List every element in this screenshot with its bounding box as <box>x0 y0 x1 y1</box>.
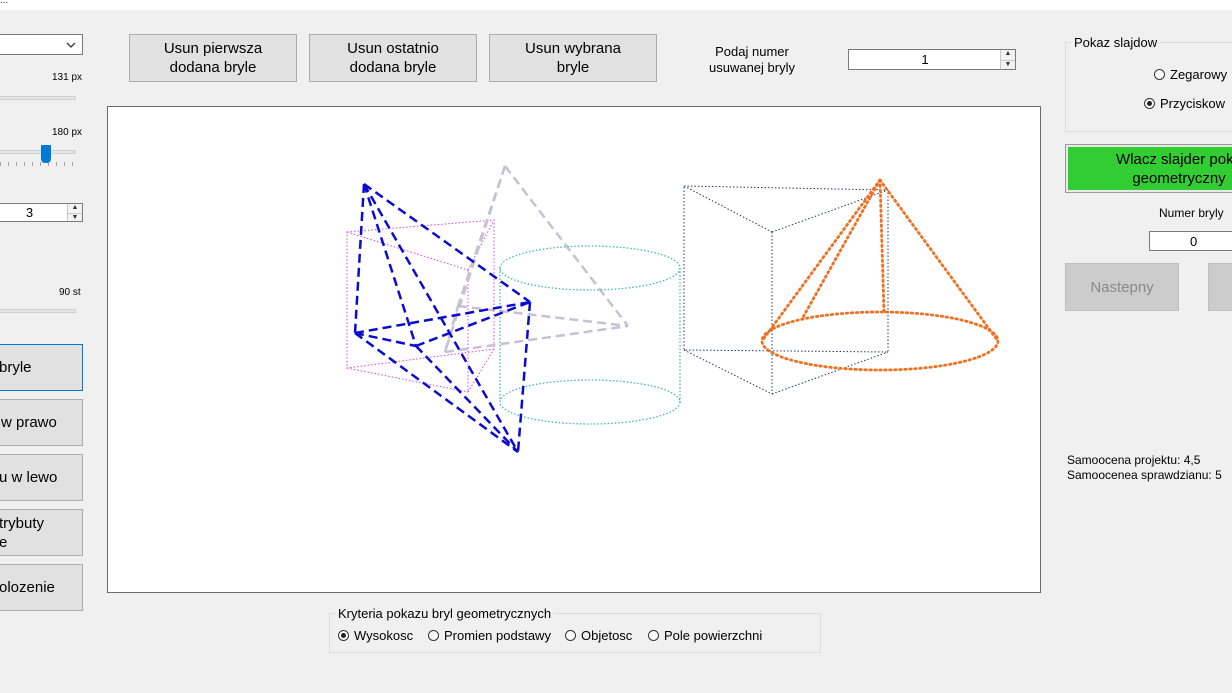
move-left-button[interactable]: u w lewo <box>0 454 83 501</box>
add-solid-button[interactable]: bryle <box>0 344 83 391</box>
solid-number-field[interactable]: 0 <box>1149 231 1232 251</box>
radio-empty-icon <box>648 630 659 641</box>
solid-number-caption: Numer bryly <box>1159 206 1224 220</box>
radio-empty-icon <box>428 630 439 641</box>
criteria-volume-label: Objetosc <box>581 628 633 643</box>
criteria-group: Kryteria pokazu bryl geometrycznych Wyso… <box>329 606 821 653</box>
prism-magenta <box>346 219 495 393</box>
radio-empty-icon <box>1154 69 1165 80</box>
project-self-assessment: Samoocena projektu: 4,5 <box>1067 453 1201 467</box>
test-self-assessment: Samoocenea sprawdzianu: 5 <box>1067 468 1222 482</box>
start-slideshow-label: Wlacz slajder poka geometryczny <box>1116 150 1232 187</box>
remove-last-label: Usun ostatnio dodana bryle <box>347 40 439 76</box>
remove-number-value: 1 <box>921 52 929 67</box>
attributes-label: trybuty e <box>0 514 45 551</box>
slider3-value-label: 90 st <box>59 287 81 298</box>
slideshow-button-radio[interactable]: Przyciskow <box>1144 96 1225 111</box>
next-label: Nastepny <box>1090 278 1154 296</box>
attributes-button[interactable]: trybuty e <box>0 509 83 556</box>
next-button[interactable]: Nastepny <box>1065 263 1179 311</box>
box-navy <box>683 185 889 395</box>
move-left-label: u w lewo <box>0 469 58 486</box>
slideshow-button-label: Przyciskow <box>1160 96 1226 111</box>
sides-spinner[interactable]: ▲ ▼ <box>67 204 82 221</box>
radio-selected-icon <box>1144 98 1155 109</box>
position-button[interactable]: olozenie <box>0 564 83 611</box>
slider2-ticks <box>0 162 76 166</box>
remove-last-button[interactable]: Usun ostatnio dodana bryle <box>309 34 477 82</box>
cone-orange <box>760 178 1000 372</box>
criteria-area-radio[interactable]: Pole powierzchni <box>648 628 762 643</box>
slideshow-clock-label: Zegarowy <box>1170 67 1228 82</box>
window-title: ... <box>0 0 9 6</box>
spin-up-icon[interactable]: ▲ <box>1001 50 1015 60</box>
criteria-radius-label: Promien podstawy <box>444 628 551 643</box>
sides-count-input[interactable]: 3 ▲ ▼ <box>0 203 83 222</box>
slider3-track[interactable] <box>0 309 76 313</box>
slideshow-clock-radio[interactable]: Zegarowy <box>1154 67 1227 82</box>
remove-number-spinner[interactable]: ▲ ▼ <box>1000 50 1015 69</box>
slideshow-group: Pokaz slajdow Zegarowy Przyciskow <box>1065 35 1232 132</box>
slider2-track[interactable] <box>0 150 76 154</box>
previous-button[interactable] <box>1208 263 1232 311</box>
slider2-thumb[interactable] <box>41 145 51 163</box>
remove-number-input[interactable]: 1 ▲ ▼ <box>848 49 1016 70</box>
remove-first-label: Usun pierwsza dodana bryle <box>163 40 263 76</box>
spin-up-icon[interactable]: ▲ <box>68 204 82 213</box>
criteria-height-label: Wysokosc <box>354 628 414 643</box>
criteria-caption: Kryteria pokazu bryl geometrycznych <box>336 606 554 621</box>
position-label: olozenie <box>0 579 55 596</box>
criteria-height-radio[interactable]: Wysokosc <box>338 628 413 643</box>
move-right-button[interactable]: w prawo <box>0 399 83 446</box>
start-slideshow-button[interactable]: Wlacz slajder poka geometryczny <box>1065 144 1232 193</box>
radio-selected-icon <box>338 630 349 641</box>
drawing-canvas[interactable] <box>107 106 1041 593</box>
spin-down-icon[interactable]: ▼ <box>1001 59 1015 70</box>
remove-number-caption: Podaj numer usuwanej bryly <box>709 44 795 75</box>
remove-selected-button[interactable]: Usun wybrana bryle <box>489 34 657 82</box>
slider1-track[interactable] <box>0 96 76 100</box>
slider2-value-label: 180 px <box>52 127 83 138</box>
shape-type-select[interactable] <box>0 34 83 55</box>
move-right-label: w prawo <box>1 414 57 431</box>
criteria-radius-radio[interactable]: Promien podstawy <box>428 628 551 643</box>
spin-down-icon[interactable]: ▼ <box>68 212 82 222</box>
radio-empty-icon <box>565 630 576 641</box>
criteria-area-label: Pole powierzchni <box>664 628 763 643</box>
remove-selected-label: Usun wybrana bryle <box>525 40 621 76</box>
remove-first-button[interactable]: Usun pierwsza dodana bryle <box>129 34 297 82</box>
solid-number-value: 0 <box>1190 233 1198 249</box>
criteria-volume-radio[interactable]: Objetosc <box>565 628 632 643</box>
add-solid-label: bryle <box>0 359 32 376</box>
solids-drawing <box>346 165 1000 454</box>
window-title-strip: ... <box>0 0 1232 10</box>
chevron-down-icon <box>66 42 76 48</box>
slider1-value-label: 131 px <box>52 72 83 83</box>
slideshow-caption: Pokaz slajdow <box>1072 35 1160 50</box>
